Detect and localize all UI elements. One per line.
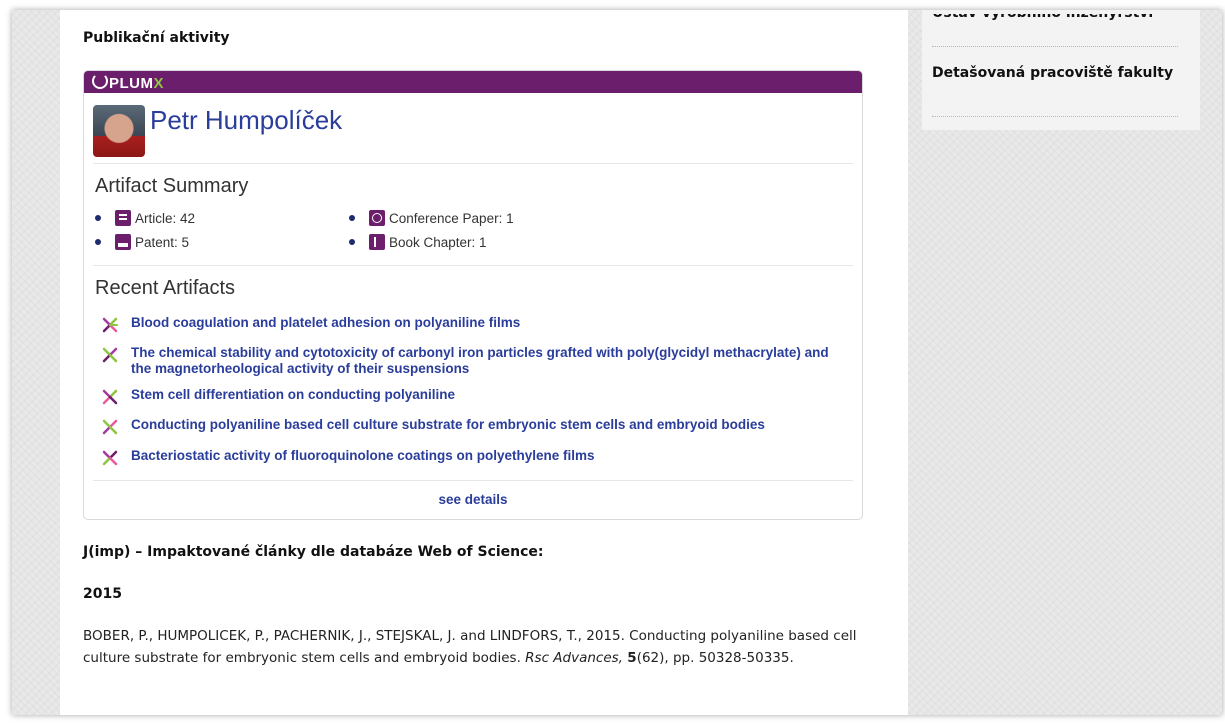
artifact-link[interactable]: Stem cell differentiation on conducting …: [131, 387, 455, 403]
divider: [93, 480, 853, 481]
citation-issue-pages: (62), pp. 50328-50335.: [636, 650, 794, 666]
sidebar-item-detached-workplaces[interactable]: Detašovaná pracoviště fakulty: [932, 62, 1178, 84]
summary-item-book-chapter[interactable]: Book Chapter: 1: [349, 234, 487, 250]
section-heading: Publikační aktivity: [83, 30, 230, 46]
summary-article-label: Article: 42: [135, 210, 196, 226]
avatar[interactable]: [93, 105, 145, 157]
divider: [932, 46, 1178, 47]
plumx-logo[interactable]: PLUMX: [92, 73, 164, 92]
divider: [932, 116, 1178, 117]
plumprint-icon: [102, 450, 118, 466]
book-chapter-icon: [369, 234, 385, 250]
citation: BOBER, P., HUMPOLICEK, P., PACHERNIK, J.…: [83, 625, 893, 669]
artifact-item[interactable]: Bacteriostatic activity of fluoroquinolo…: [101, 448, 851, 467]
summary-item-article[interactable]: Article: 42: [95, 210, 195, 226]
artifact-item[interactable]: The chemical stability and cytotoxicity …: [101, 345, 851, 377]
bullet: [95, 239, 101, 245]
citation-journal: Rsc Advances,: [525, 650, 623, 666]
artifact-link[interactable]: Blood coagulation and platelet adhesion …: [131, 315, 520, 331]
patent-icon: [115, 234, 131, 250]
summary-item-patent[interactable]: Patent: 5: [95, 234, 189, 250]
sidebar: Ústav výrobního inženýrství Detašovaná p…: [922, 10, 1200, 130]
year-heading: 2015: [83, 586, 122, 602]
artifact-link[interactable]: Bacteriostatic activity of fluoroquinolo…: [131, 448, 595, 464]
artifact-link[interactable]: Conducting polyaniline based cell cultur…: [131, 417, 765, 433]
artifact-summary-title: Artifact Summary: [95, 175, 249, 197]
bullet: [349, 215, 355, 221]
plumx-header-bar: PLUMX: [84, 71, 862, 93]
artifact-link[interactable]: The chemical stability and cytotoxicity …: [131, 345, 851, 377]
artifact-item[interactable]: Conducting polyaniline based cell cultur…: [101, 417, 851, 436]
sidebar-item-partial[interactable]: Ústav výrobního inženýrství: [932, 14, 1178, 28]
plumprint-icon: [102, 317, 118, 333]
citation-volume: 5: [627, 650, 637, 666]
plumx-widget: PLUMX Petr Humpolíček Artifact Summary A…: [83, 70, 863, 520]
article-icon: [115, 210, 131, 226]
summary-book-chapter-label: Book Chapter: 1: [389, 234, 487, 250]
recent-artifacts-title: Recent Artifacts: [95, 277, 236, 299]
divider: [93, 265, 853, 266]
profile-name-link[interactable]: Petr Humpolíček: [150, 105, 342, 136]
bullet: [95, 215, 101, 221]
plumx-logo-suffix: X: [153, 75, 165, 92]
publications-heading: J(imp) – Impaktované články dle databáze…: [83, 544, 544, 560]
page-frame: Publikační aktivity PLUMX Petr Humpolíče…: [12, 10, 1222, 715]
summary-conference-paper-label: Conference Paper: 1: [389, 210, 514, 226]
artifact-item[interactable]: Blood coagulation and platelet adhesion …: [101, 315, 851, 334]
bullet: [349, 239, 355, 245]
sidebar-item-label: Detašovaná pracoviště fakulty: [932, 65, 1174, 81]
plumprint-icon: [102, 347, 118, 363]
plumprint-icon: [102, 419, 118, 435]
plumx-logo-prefix: PLUM: [109, 75, 154, 92]
main-content: Publikační aktivity PLUMX Petr Humpolíče…: [60, 10, 908, 715]
see-details-link[interactable]: see details: [84, 492, 862, 507]
conference-paper-icon: [369, 210, 385, 226]
summary-patent-label: Patent: 5: [135, 234, 190, 250]
divider: [93, 163, 853, 164]
plumprint-icon: [102, 389, 118, 405]
sidebar-item-label: Ústav výrobního inženýrství: [932, 14, 1178, 24]
plumx-logo-mark-icon: [92, 73, 108, 89]
artifact-item[interactable]: Stem cell differentiation on conducting …: [101, 387, 851, 406]
summary-item-conference-paper[interactable]: Conference Paper: 1: [349, 210, 514, 226]
